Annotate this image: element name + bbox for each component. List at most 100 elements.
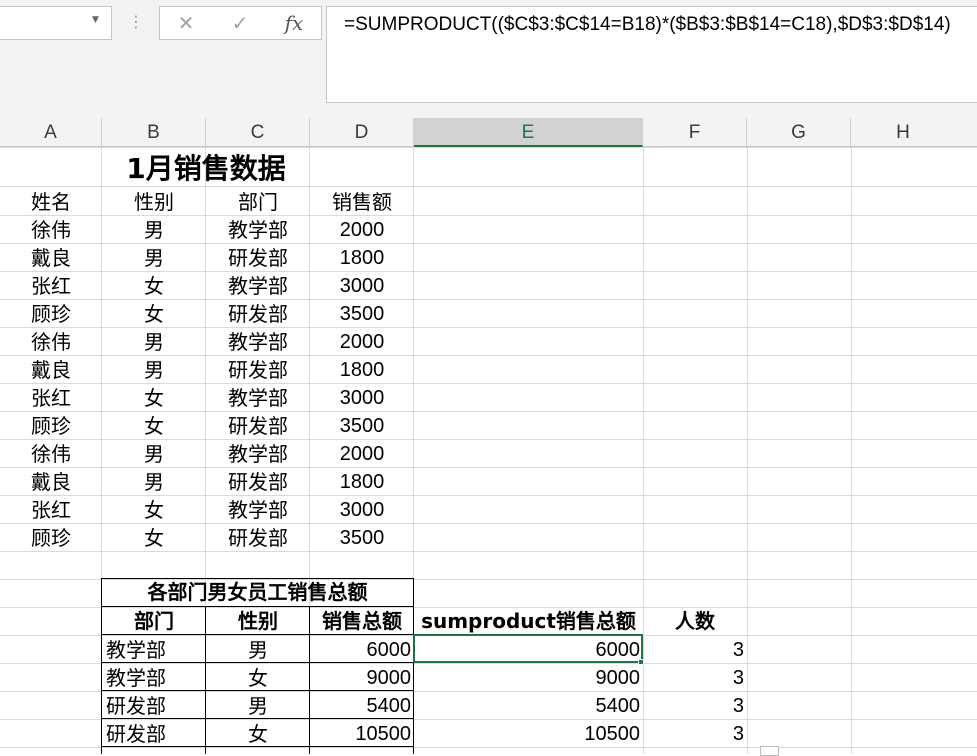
cell-sales[interactable]: 3000	[310, 384, 414, 412]
summary-cell-dept[interactable]: 研发部	[102, 692, 206, 720]
summary-header-sumproduct[interactable]: sumproduct销售总额	[414, 607, 643, 635]
summary-cell-sumproduct[interactable]: 9000	[414, 664, 643, 692]
cell-gender[interactable]: 女	[102, 384, 206, 412]
column-header-f[interactable]: F	[643, 118, 747, 147]
column-header-e[interactable]: E	[414, 118, 643, 147]
cell-sales[interactable]: 3000	[310, 272, 414, 300]
summary-cell-count[interactable]: 3	[643, 692, 747, 720]
column-header-a[interactable]: A	[0, 118, 102, 147]
grid-col-line	[747, 147, 748, 754]
column-header-c[interactable]: C	[206, 118, 310, 147]
column-header-h[interactable]: H	[851, 118, 955, 147]
cell-gender[interactable]: 女	[102, 300, 206, 328]
cell-gender[interactable]: 女	[102, 412, 206, 440]
cell-sales[interactable]: 3500	[310, 300, 414, 328]
cell-dept[interactable]: 教学部	[206, 384, 310, 412]
summary-cell-dept[interactable]: 教学部	[102, 636, 206, 664]
cell-dept[interactable]: 教学部	[206, 328, 310, 356]
cell-name[interactable]: 张红	[0, 496, 102, 524]
border-line	[102, 634, 414, 635]
cell-sales[interactable]: 3500	[310, 412, 414, 440]
header-sales[interactable]: 销售额	[310, 188, 414, 216]
insert-function-icon[interactable]: fx	[274, 9, 314, 37]
cell-dept[interactable]: 研发部	[206, 244, 310, 272]
cell-gender[interactable]: 男	[102, 468, 206, 496]
cell-gender[interactable]: 女	[102, 272, 206, 300]
border-line	[102, 690, 414, 691]
header-dept[interactable]: 部门	[206, 188, 310, 216]
summary-cell-gender[interactable]: 男	[206, 636, 310, 664]
cell-gender[interactable]: 男	[102, 440, 206, 468]
summary-header-gender[interactable]: 性别	[206, 607, 310, 635]
cell-sales[interactable]: 1800	[310, 356, 414, 384]
summary-cell-gender[interactable]: 女	[206, 720, 310, 748]
summary-header-total[interactable]: 销售总额	[310, 607, 414, 635]
summary-cell-sumproduct[interactable]: 10500	[414, 720, 643, 748]
summary-header-dept[interactable]: 部门	[102, 607, 206, 635]
fill-handle[interactable]	[638, 659, 644, 665]
cell-name[interactable]: 顾珍	[0, 524, 102, 552]
cell-name[interactable]: 徐伟	[0, 328, 102, 356]
cell-sales[interactable]: 2000	[310, 440, 414, 468]
cell-name[interactable]: 顾珍	[0, 412, 102, 440]
cell-dept[interactable]: 教学部	[206, 496, 310, 524]
column-header-b[interactable]: B	[102, 118, 206, 147]
summary-cell-count[interactable]: 3	[643, 664, 747, 692]
paste-options-icon[interactable]	[760, 746, 779, 756]
chevron-down-icon[interactable]: ▼	[92, 15, 104, 27]
cell-dept[interactable]: 教学部	[206, 272, 310, 300]
cell-dept[interactable]: 研发部	[206, 412, 310, 440]
cell-sales[interactable]: 3500	[310, 524, 414, 552]
cell-name[interactable]: 戴良	[0, 244, 102, 272]
summary-cell-gender[interactable]: 男	[206, 692, 310, 720]
summary-cell-sumproduct[interactable]: 5400	[414, 692, 643, 720]
cell-dept[interactable]: 研发部	[206, 300, 310, 328]
formula-buttons: ✕ ✓ fx	[159, 6, 322, 40]
column-header-d[interactable]: D	[310, 118, 414, 147]
cell-gender[interactable]: 女	[102, 524, 206, 552]
cell-dept[interactable]: 研发部	[206, 356, 310, 384]
cell-name[interactable]: 张红	[0, 384, 102, 412]
more-options-icon[interactable]: ⋮	[128, 10, 144, 34]
sheet-title[interactable]: 1月销售数据	[102, 153, 310, 185]
summary-header-count[interactable]: 人数	[643, 607, 747, 635]
border-line	[309, 606, 310, 754]
cell-sales[interactable]: 2000	[310, 216, 414, 244]
cell-dept[interactable]: 研发部	[206, 468, 310, 496]
column-header-g[interactable]: G	[747, 118, 851, 147]
summary-cell-total[interactable]: 9000	[310, 664, 414, 692]
cell-gender[interactable]: 男	[102, 356, 206, 384]
cell-gender[interactable]: 男	[102, 216, 206, 244]
cell-gender[interactable]: 男	[102, 328, 206, 356]
cell-sales[interactable]: 2000	[310, 328, 414, 356]
summary-cell-total[interactable]: 6000	[310, 636, 414, 664]
summary-cell-gender[interactable]: 女	[206, 664, 310, 692]
cell-sales[interactable]: 1800	[310, 244, 414, 272]
cell-sales[interactable]: 1800	[310, 468, 414, 496]
selected-cell-e19[interactable]	[413, 634, 643, 663]
cell-sales[interactable]: 3000	[310, 496, 414, 524]
summary-title[interactable]: 各部门男女员工销售总额	[102, 578, 413, 606]
cell-name[interactable]: 顾珍	[0, 300, 102, 328]
cell-dept[interactable]: 教学部	[206, 440, 310, 468]
summary-cell-count[interactable]: 3	[643, 720, 747, 748]
cell-name[interactable]: 戴良	[0, 468, 102, 496]
cancel-icon[interactable]: ✕	[166, 9, 206, 37]
header-gender[interactable]: 性别	[102, 188, 206, 216]
grid-row-line	[0, 147, 977, 148]
cell-gender[interactable]: 女	[102, 496, 206, 524]
summary-cell-total[interactable]: 10500	[310, 720, 414, 748]
cell-dept[interactable]: 教学部	[206, 216, 310, 244]
header-name[interactable]: 姓名	[0, 188, 102, 216]
summary-cell-dept[interactable]: 教学部	[102, 664, 206, 692]
summary-cell-dept[interactable]: 研发部	[102, 720, 206, 748]
cell-name[interactable]: 徐伟	[0, 216, 102, 244]
enter-icon[interactable]: ✓	[220, 9, 260, 37]
cell-name[interactable]: 徐伟	[0, 440, 102, 468]
cell-name[interactable]: 张红	[0, 272, 102, 300]
cell-dept[interactable]: 研发部	[206, 524, 310, 552]
summary-cell-count[interactable]: 3	[643, 636, 747, 664]
summary-cell-total[interactable]: 5400	[310, 692, 414, 720]
cell-name[interactable]: 戴良	[0, 356, 102, 384]
cell-gender[interactable]: 男	[102, 244, 206, 272]
